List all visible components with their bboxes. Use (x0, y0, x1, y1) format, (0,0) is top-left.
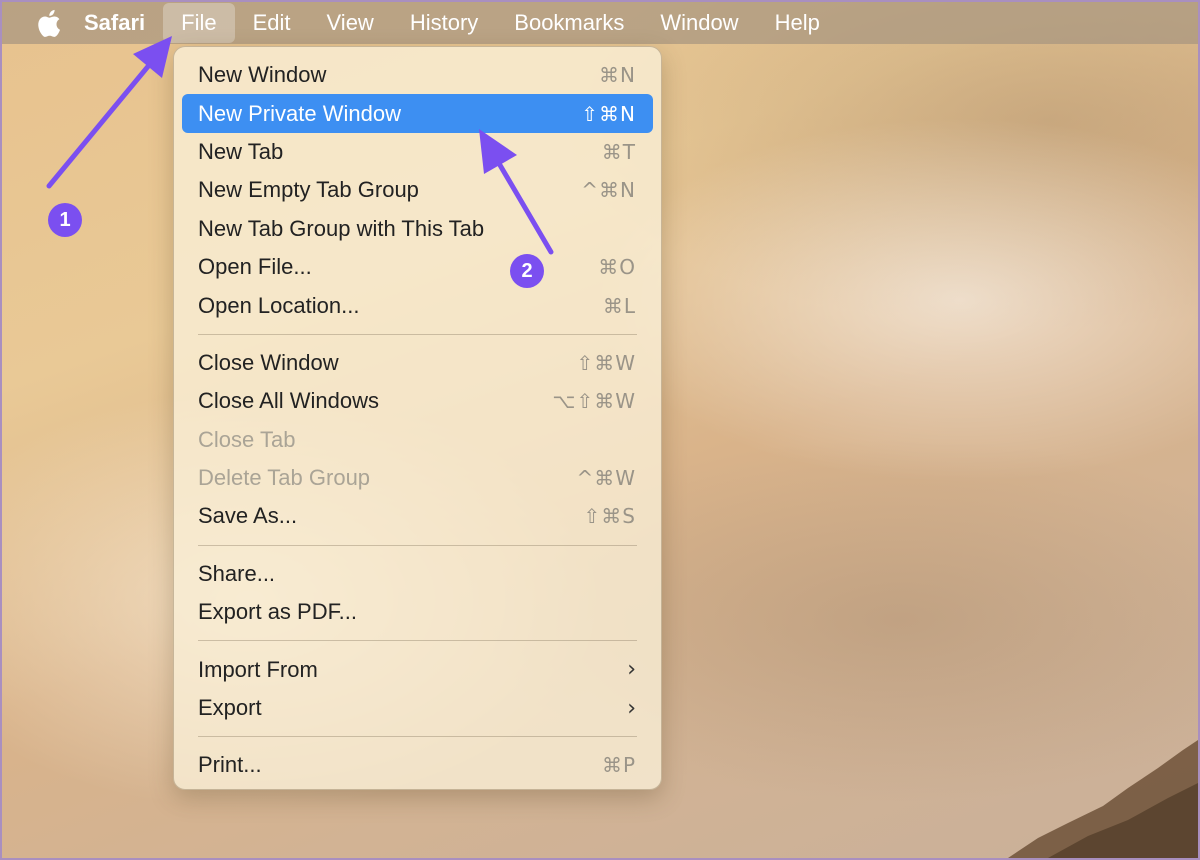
menu-item-label: Export (198, 695, 262, 721)
menu-item-export-as-pdf[interactable]: Export as PDF... (182, 593, 653, 631)
menu-edit[interactable]: Edit (235, 2, 309, 44)
menu-bookmarks[interactable]: Bookmarks (496, 2, 642, 44)
arrow-1-icon (46, 36, 172, 189)
menu-item-label: New Tab Group with This Tab (198, 215, 485, 241)
shortcut-label: ⌘O (598, 255, 636, 280)
menu-file[interactable]: File (163, 3, 235, 43)
menu-item-share[interactable]: Share... (182, 555, 653, 593)
menu-item-new-empty-tab-group[interactable]: New Empty Tab Group ^⌘N (182, 171, 653, 209)
menu-bar: Safari File Edit View History Bookmarks … (2, 2, 1198, 44)
menu-history[interactable]: History (392, 2, 496, 44)
step-badge-1: 1 (48, 203, 82, 237)
menu-separator (198, 736, 637, 738)
step-badge-2: 2 (510, 254, 544, 288)
menu-item-save-as[interactable]: Save As... ⇧⌘S (182, 497, 653, 535)
menu-item-label: New Window (198, 62, 327, 88)
menu-help[interactable]: Help (757, 2, 838, 44)
shortcut-label: ⇧⌘S (583, 504, 636, 529)
menu-item-export[interactable]: Export › (182, 689, 653, 727)
menu-item-label: New Private Window (198, 100, 401, 126)
menu-item-new-window[interactable]: New Window ⌘N (182, 56, 653, 94)
menu-item-label: Close Window (198, 349, 339, 375)
shortcut-label: ⌘P (601, 753, 636, 778)
menu-item-new-private-window[interactable]: New Private Window ⇧⌘N (182, 94, 653, 133)
menu-item-label: Close All Windows (198, 388, 379, 414)
menu-item-label: Open Location... (198, 292, 360, 318)
menu-item-label: Print... (198, 752, 262, 778)
menu-item-new-tab[interactable]: New Tab ⌘T (182, 133, 653, 171)
menu-view[interactable]: View (309, 2, 392, 44)
menu-item-label: Delete Tab Group (198, 465, 371, 491)
shortcut-label: ^⌘N (581, 178, 636, 203)
menu-separator (198, 333, 637, 335)
menu-item-import-from[interactable]: Import From › (182, 650, 653, 688)
menu-item-new-tab-group-with-this-tab[interactable]: New Tab Group with This Tab (182, 210, 653, 248)
menu-item-label: Export as PDF... (198, 599, 357, 625)
menu-item-label: Close Tab (198, 426, 296, 452)
shortcut-label: ⇧⌘N (581, 101, 636, 126)
shortcut-label: ⌘L (602, 293, 636, 318)
shortcut-label: ⇧⌘W (576, 350, 636, 375)
shortcut-label: ⌘T (601, 139, 636, 164)
menu-separator (198, 640, 637, 642)
menu-item-delete-tab-group: Delete Tab Group ^⌘W (182, 459, 653, 497)
file-dropdown-menu: New Window ⌘N New Private Window ⇧⌘N New… (173, 46, 662, 790)
menu-item-label: New Tab (198, 138, 284, 164)
menu-item-close-window[interactable]: Close Window ⇧⌘W (182, 344, 653, 382)
menu-item-open-location[interactable]: Open Location... ⌘L (182, 286, 653, 324)
menu-item-print[interactable]: Print... ⌘P (182, 746, 653, 784)
chevron-right-icon: › (627, 657, 636, 683)
wallpaper-mountain (1008, 740, 1198, 858)
menu-item-label: New Empty Tab Group (198, 177, 419, 203)
menu-item-close-all-windows[interactable]: Close All Windows ⌥⇧⌘W (182, 382, 653, 420)
shortcut-label: ^⌘W (576, 466, 636, 491)
menu-item-label: Share... (198, 560, 276, 586)
shortcut-label: ⌘N (599, 63, 636, 88)
menu-window[interactable]: Window (642, 2, 756, 44)
menu-item-open-file[interactable]: Open File... ⌘O (182, 248, 653, 286)
apple-menu-icon[interactable] (18, 2, 78, 44)
menu-separator (198, 544, 637, 546)
menu-item-close-tab: Close Tab (182, 421, 653, 459)
menu-item-label: Import From (198, 656, 318, 682)
menu-item-label: Save As... (198, 503, 298, 529)
shortcut-label: ⌥⇧⌘W (552, 389, 636, 414)
chevron-right-icon: › (627, 695, 636, 721)
menu-safari[interactable]: Safari (78, 2, 163, 44)
